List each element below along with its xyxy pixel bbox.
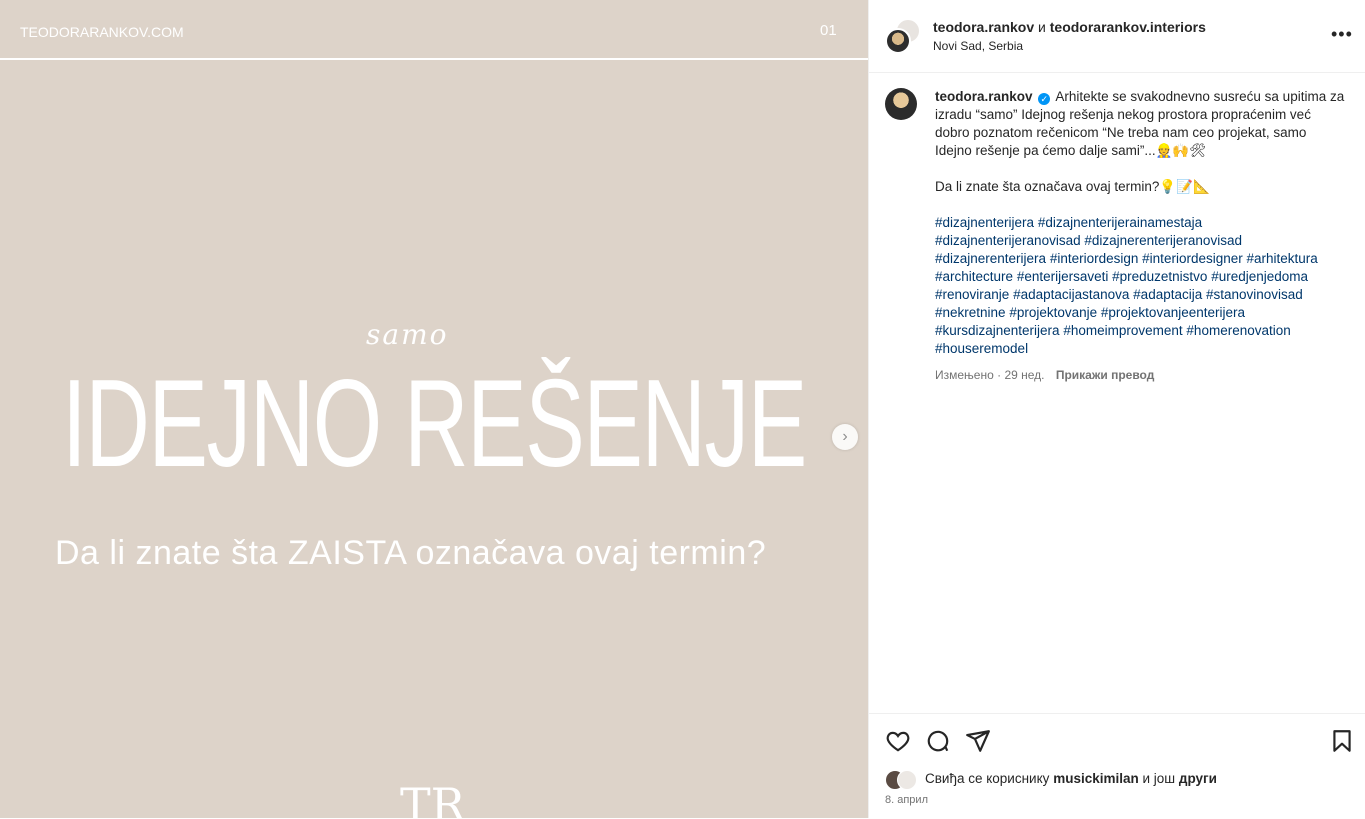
liker-username[interactable]: musickimilan (1053, 771, 1139, 786)
caption-meta: Измењено · 29 нед. Прикажи превод (935, 366, 1345, 384)
caption-username[interactable]: teodora.rankov (935, 89, 1033, 104)
media-brand-text: TEODORARANKOV.COM (20, 24, 184, 40)
media-script-word: samo (366, 318, 449, 351)
hashtag-link[interactable]: #adaptacijastanova (1013, 287, 1129, 302)
next-slide-button[interactable]: › (832, 424, 858, 450)
hashtag-link[interactable]: #dizajnenterijeranovisad (935, 233, 1081, 248)
collab-avatars[interactable] (885, 18, 921, 54)
header-joiner: и (1038, 19, 1046, 35)
header-username-2[interactable]: teodorarankov.interiors (1050, 19, 1206, 35)
post-date[interactable]: 8. април (885, 794, 928, 806)
media-monogram: TR (400, 778, 466, 818)
hashtag-link[interactable]: #interiordesign (1050, 251, 1139, 266)
header-username-1[interactable]: teodora.rankov (933, 19, 1034, 35)
hashtag-link[interactable]: #uredjenjedoma (1211, 269, 1308, 284)
hashtag-link[interactable]: #architecture (935, 269, 1013, 284)
media-question: Da li znate šta ZAISTA označava ovaj ter… (55, 534, 767, 572)
hashtag-link[interactable]: #projektovanje (1009, 305, 1097, 320)
hashtag-link[interactable]: #homerenovation (1186, 323, 1290, 338)
media-slide-counter: 01 (820, 22, 837, 39)
avatar (885, 28, 911, 54)
post-media[interactable]: TEODORARANKOV.COM 01 samo IDEJNO REŠENJE… (0, 0, 868, 818)
header-location[interactable]: Novi Sad, Serbia (933, 39, 1023, 53)
post-sidebar: teodora.rankov и teodorarankov.interiors… (868, 0, 1365, 818)
hashtag-link[interactable]: #nekretnine (935, 305, 1006, 320)
likes-prefix: Свиђа се кориснику (925, 771, 1050, 786)
comment-icon[interactable] (925, 728, 951, 754)
more-options-button[interactable]: ••• (1331, 24, 1353, 45)
hashtag-link[interactable]: #stanovinovisad (1206, 287, 1303, 302)
media-headline: IDEJNO REŠENJE (62, 355, 807, 493)
see-translation-link[interactable]: Прикажи превод (1056, 368, 1155, 382)
more-icon: ••• (1331, 24, 1353, 44)
action-bar: Свиђа се кориснику musickimilan и још др… (869, 713, 1365, 819)
heart-icon[interactable] (885, 728, 911, 754)
hashtag-link[interactable]: #interiordesigner (1142, 251, 1243, 266)
hashtag-link[interactable]: #houseremodel (935, 341, 1028, 356)
caption-hashtags: #dizajnenterijera #dizajnenterijerainame… (935, 214, 1345, 358)
hashtag-link[interactable]: #dizajnerenterijera (935, 251, 1046, 266)
avatar[interactable] (885, 88, 917, 120)
caption-text-2: Da li znate šta označava ovaj termin?💡📝📐 (935, 179, 1210, 194)
avatar (897, 770, 917, 790)
hashtag-link[interactable]: #kursdizajnenterijera (935, 323, 1060, 338)
chevron-right-icon: › (842, 428, 848, 445)
hashtag-link[interactable]: #projektovanjeenterijera (1101, 305, 1245, 320)
likes-middle: и још (1142, 771, 1176, 786)
hashtag-link[interactable]: #homeimprovement (1063, 323, 1182, 338)
liker-avatars[interactable] (885, 770, 921, 790)
likes-others-link[interactable]: други (1179, 771, 1217, 786)
hashtag-link[interactable]: #arhitektura (1247, 251, 1318, 266)
hashtag-link[interactable]: #enterijersaveti (1017, 269, 1109, 284)
media-divider (0, 58, 868, 60)
hashtag-link[interactable]: #dizajnenterijera (935, 215, 1034, 230)
verified-icon: ✓ (1038, 93, 1051, 105)
hashtag-link[interactable]: #adaptacija (1133, 287, 1202, 302)
hashtag-link[interactable]: #dizajnerenterijeranovisad (1084, 233, 1242, 248)
bookmark-icon[interactable] (1329, 728, 1355, 754)
hashtag-link[interactable]: #renoviranje (935, 287, 1009, 302)
header-usernames: teodora.rankov и teodorarankov.interiors (933, 19, 1206, 35)
likes-text: Свиђа се кориснику musickimilan и још др… (925, 771, 1217, 786)
post-header: teodora.rankov и teodorarankov.interiors… (869, 0, 1365, 73)
share-icon[interactable] (965, 728, 991, 754)
caption-body: teodora.rankov ✓ Arhitekte se svakodnevn… (935, 88, 1345, 384)
hashtag-link[interactable]: #dizajnenterijerainamestaja (1038, 215, 1202, 230)
edited-timestamp: Измењено · 29 нед. (935, 368, 1045, 382)
hashtag-link[interactable]: #preduzetnistvo (1112, 269, 1207, 284)
